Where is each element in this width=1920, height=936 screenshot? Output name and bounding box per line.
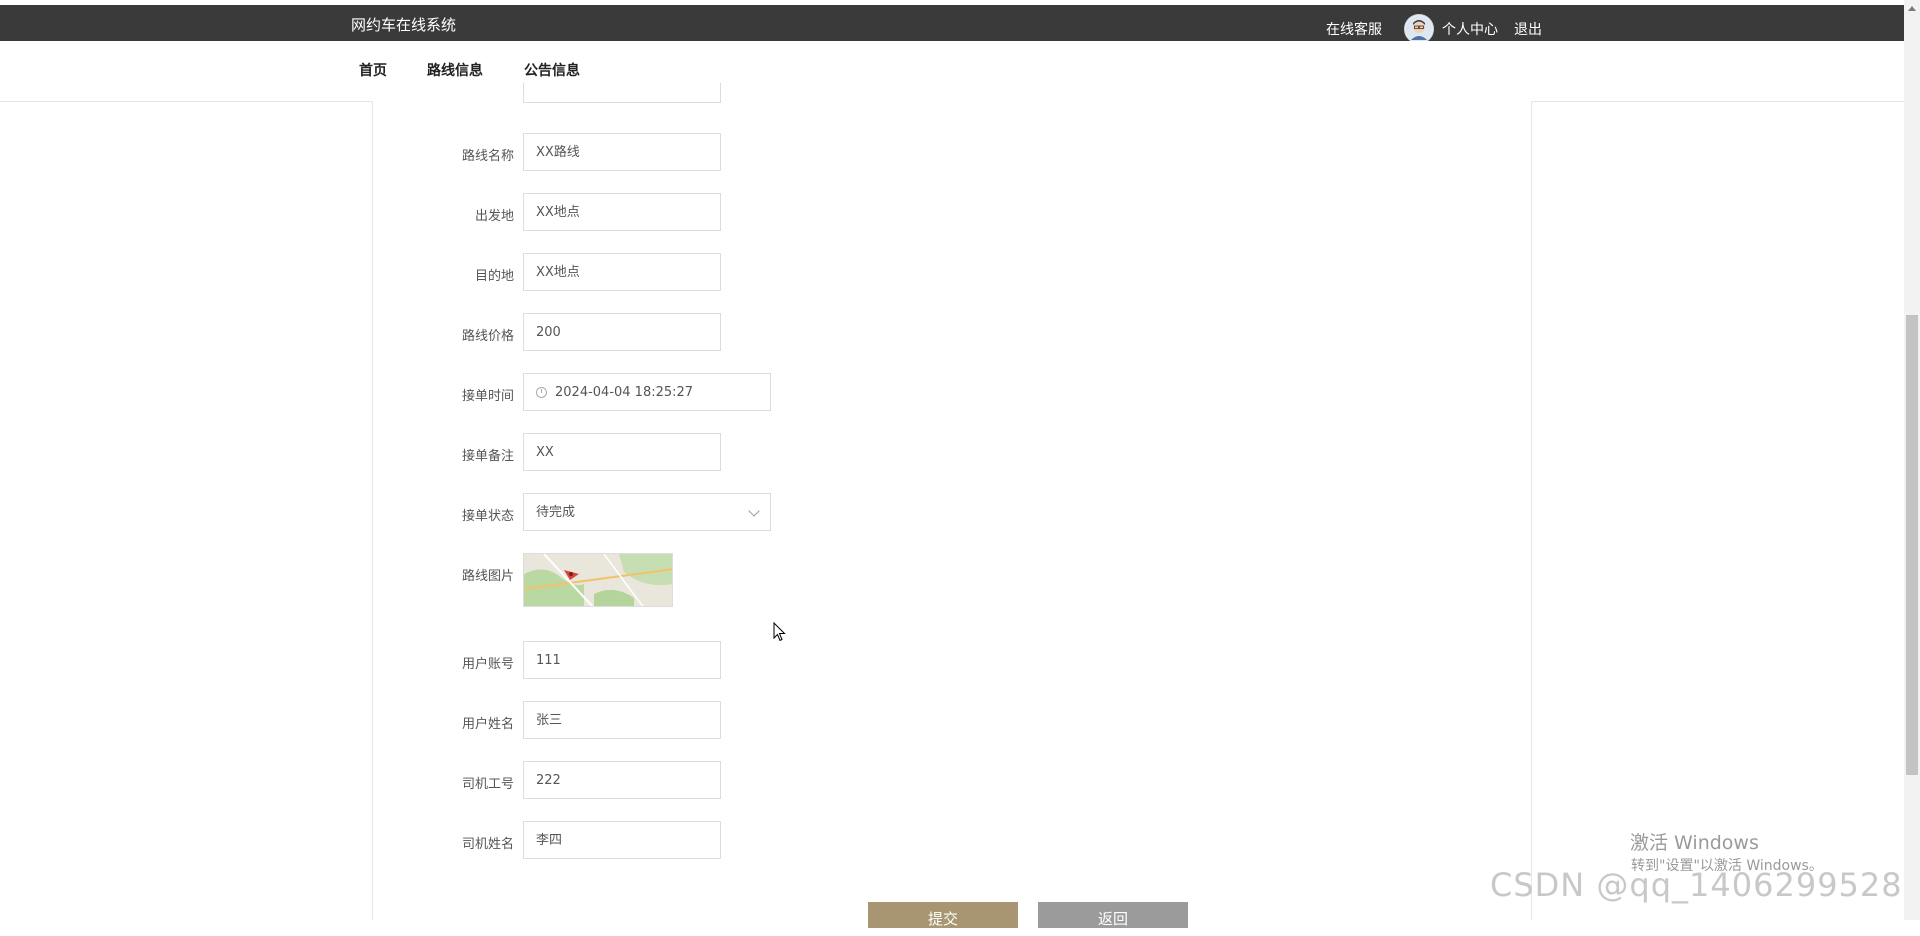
route-name-label: 路线名称	[461, 149, 514, 164]
form-row-order-time: 接单时间 2024-04-04 18:25:27	[373, 373, 1531, 413]
form-row-route-name: 路线名称 XX路线	[373, 133, 1531, 173]
route-image-label: 路线图片	[461, 569, 514, 584]
form-row-driver-name: 司机姓名 李四	[373, 821, 1531, 861]
nav-home[interactable]: 首页	[359, 60, 387, 80]
route-image-thumbnail[interactable]	[523, 553, 673, 607]
user-name-input[interactable]: 张三	[523, 701, 721, 739]
user-center-link[interactable]: 个人中心	[1442, 19, 1498, 39]
mouse-cursor-icon	[773, 622, 786, 642]
chevron-down-icon	[748, 505, 760, 517]
origin-input[interactable]: XX地点	[523, 193, 721, 231]
logout-link[interactable]: 退出	[1514, 19, 1542, 39]
vertical-scrollbar[interactable]	[1904, 0, 1920, 920]
scrollbar-thumb[interactable]	[1906, 315, 1918, 775]
price-input[interactable]: 200	[523, 313, 721, 351]
form-row-destination: 目的地 XX地点	[373, 253, 1531, 293]
order-time-picker[interactable]: 2024-04-04 18:25:27	[523, 373, 771, 411]
user-name-label: 用户姓名	[461, 717, 514, 732]
form-row-origin: 出发地 XX地点	[373, 193, 1531, 233]
nav-announcements[interactable]: 公告信息	[524, 60, 580, 80]
form-row-driver-id: 司机工号 222	[373, 761, 1531, 801]
order-time-label: 接单时间	[461, 389, 514, 404]
order-note-input[interactable]: XX	[523, 433, 721, 471]
nav-routes[interactable]: 路线信息	[427, 60, 483, 80]
form-row-order-status: 接单状态 待完成	[373, 493, 1531, 533]
form-row-price: 路线价格 200	[373, 313, 1531, 353]
user-account-label: 用户账号	[461, 657, 514, 672]
order-status-select[interactable]: 待完成	[523, 493, 771, 531]
form-row-user-name: 用户姓名 张三	[373, 701, 1531, 741]
form-row-order-note: 接单备注 XX	[373, 433, 1531, 473]
main-nav: 首页 路线信息 公告信息	[0, 41, 1904, 102]
avatar[interactable]	[1404, 14, 1434, 44]
route-name-input[interactable]: XX路线	[523, 133, 721, 171]
top-bar: 网约车在线系统 在线客服 个人中心 退出	[0, 5, 1904, 44]
origin-label: 出发地	[474, 209, 514, 224]
user-avatar-icon	[1406, 16, 1432, 42]
clock-icon	[536, 387, 547, 398]
site-title: 网约车在线系统	[351, 16, 457, 34]
destination-label: 目的地	[474, 269, 514, 284]
driver-name-label: 司机姓名	[461, 837, 514, 852]
user-account-input[interactable]: 111	[523, 641, 721, 679]
windows-activation-title: 激活 Windows	[1630, 832, 1759, 854]
scroll-up-arrow-icon[interactable]	[1908, 6, 1916, 11]
form-panel: 路线名称 XX路线 出发地 XX地点 目的地 XX地点 路线价格 200 接单时…	[372, 83, 1532, 928]
partial-field[interactable]	[523, 83, 721, 103]
back-button[interactable]: 返回	[1038, 902, 1188, 928]
submit-button[interactable]: 提交	[868, 902, 1018, 928]
price-label: 路线价格	[461, 329, 514, 344]
driver-id-input[interactable]: 222	[523, 761, 721, 799]
order-status-value: 待完成	[536, 505, 576, 520]
map-thumbnail-icon	[524, 554, 672, 606]
order-time-value: 2024-04-04 18:25:27	[555, 385, 694, 400]
top-right-menu: 在线客服 个人中心 退出	[1326, 14, 1542, 44]
order-note-label: 接单备注	[461, 449, 514, 464]
destination-input[interactable]: XX地点	[523, 253, 721, 291]
order-status-label: 接单状态	[461, 509, 514, 524]
online-support-link[interactable]: 在线客服	[1326, 19, 1382, 39]
driver-name-input[interactable]: 李四	[523, 821, 721, 859]
driver-id-label: 司机工号	[461, 777, 514, 792]
form-row-user-account: 用户账号 111	[373, 641, 1531, 681]
csdn-watermark: CSDN @qq_1406299528	[1490, 866, 1903, 904]
form-row-route-image: 路线图片	[373, 553, 1531, 607]
